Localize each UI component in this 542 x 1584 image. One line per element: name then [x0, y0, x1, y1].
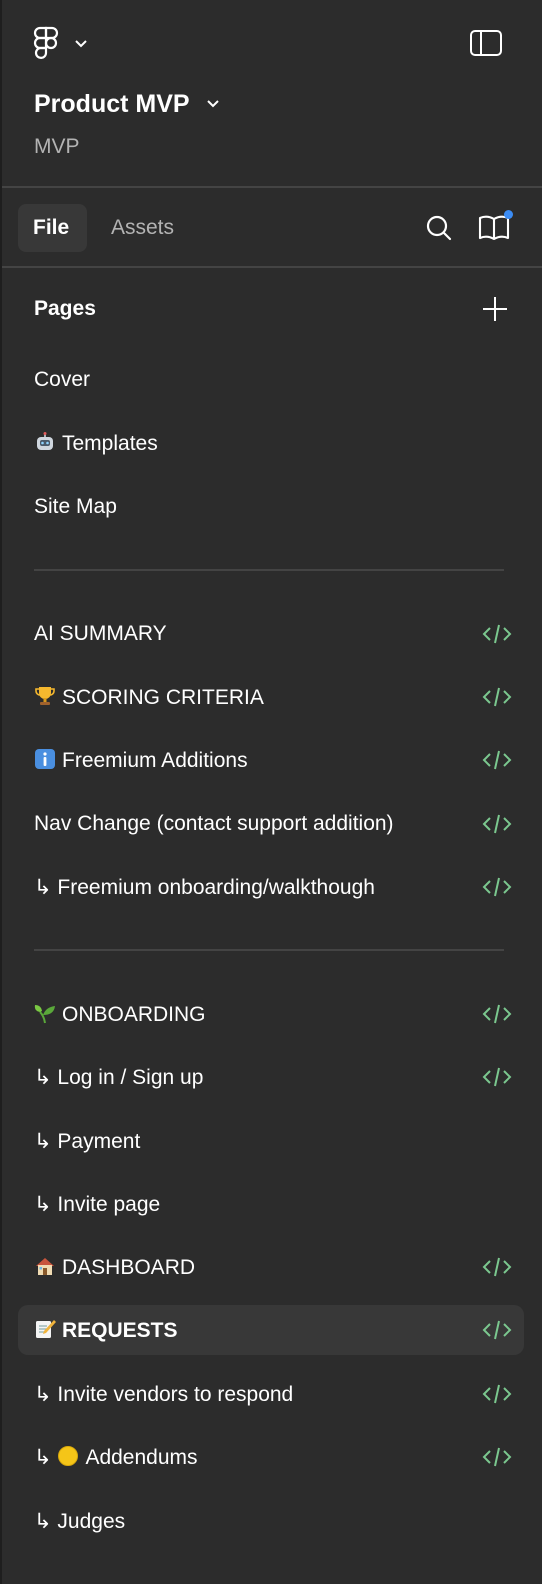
- page-label: Freemium Additions: [62, 749, 248, 772]
- page-item-onboarding[interactable]: ONBOARDING: [2, 990, 542, 1038]
- page-item-ai-summary[interactable]: AI SUMMARY: [2, 610, 542, 658]
- page-label-wrap: ONBOARDING: [34, 1002, 206, 1027]
- dev-mode-icon: [482, 1257, 512, 1277]
- page-label: REQUESTS: [62, 1319, 178, 1342]
- tab-file[interactable]: File: [18, 204, 87, 252]
- page-label: Site Map: [34, 495, 117, 518]
- page-item-payment[interactable]: ↳ Payment: [2, 1117, 542, 1165]
- page-item-judges[interactable]: ↳ Judges: [2, 1497, 542, 1545]
- page-label-wrap: SCORING CRITERIA: [34, 685, 264, 710]
- page-item-invite-page[interactable]: ↳ Invite page: [2, 1180, 542, 1228]
- page-divider: [34, 569, 504, 571]
- page-item-scoring-criteria[interactable]: SCORING CRITERIA: [2, 673, 542, 721]
- search-icon[interactable]: [425, 214, 453, 242]
- page-label: ↳ Judges: [34, 1510, 126, 1533]
- page-item-nav-change[interactable]: Nav Change (contact support addition): [2, 800, 542, 848]
- dev-mode-icon: [482, 1384, 512, 1404]
- page-label: Templates: [62, 432, 158, 455]
- add-page-icon[interactable]: [481, 295, 509, 323]
- tab-assets-label: Assets: [111, 216, 175, 239]
- dev-mode-icon: [482, 877, 512, 897]
- page-label: Nav Change (contact support addition): [34, 812, 394, 835]
- memo-emoji-icon: [36, 1320, 56, 1338]
- dev-mode-icon: [482, 624, 512, 644]
- page-item-addendums[interactable]: ↳ Addendums: [2, 1433, 542, 1481]
- dev-mode-icon: [482, 1447, 512, 1467]
- toggle-sidebar-icon[interactable]: [469, 29, 503, 57]
- project-subtitle: MVP: [34, 135, 80, 158]
- page-label-wrap: ↳ Addendums: [34, 1445, 198, 1470]
- page-label: ↳ Invite page: [34, 1193, 161, 1216]
- page-label: ↳ Freemium onboarding/walkthough: [34, 876, 375, 899]
- tab-assets[interactable]: Assets: [98, 204, 194, 252]
- dev-mode-icon: [482, 1004, 512, 1024]
- project-title: Product MVP: [34, 90, 190, 118]
- page-label: ↳ Invite vendors to respond: [34, 1383, 294, 1406]
- page-item-freemium-additions[interactable]: Freemium Additions: [2, 736, 542, 784]
- dev-mode-icon: [482, 687, 512, 707]
- page-item-freemium-onboarding[interactable]: ↳ Freemium onboarding/walkthough: [2, 863, 542, 911]
- page-label-wrap: DASHBOARD: [34, 1255, 195, 1280]
- page-item-site-map[interactable]: Site Map: [2, 483, 542, 531]
- main-menu-button[interactable]: [32, 26, 94, 62]
- page-item-templates[interactable]: Templates: [2, 419, 542, 467]
- page-label: ONBOARDING: [62, 1003, 206, 1026]
- yellow-circle-emoji-icon: [58, 1446, 79, 1466]
- dev-mode-icon: [482, 1320, 512, 1340]
- layers-panel: Product MVP MVP File Assets Pages Cover: [0, 0, 542, 1584]
- page-label-wrap: Freemium Additions: [34, 748, 248, 773]
- dev-mode-icon: [482, 750, 512, 770]
- page-label: ↳ Log in / Sign up: [34, 1066, 204, 1089]
- page-item-invite-vendors[interactable]: ↳ Invite vendors to respond: [2, 1370, 542, 1418]
- robot-emoji-icon: [37, 432, 53, 450]
- seedling-emoji-icon: [34, 1005, 55, 1024]
- dev-mode-icon: [482, 1067, 512, 1087]
- page-item-cover[interactable]: Cover: [2, 356, 542, 404]
- chevron-down-icon: [207, 100, 219, 108]
- house-emoji-icon: [36, 1258, 54, 1275]
- page-label: AI SUMMARY: [34, 622, 167, 645]
- info-emoji-icon: [35, 749, 55, 769]
- project-title-button[interactable]: Product MVP: [34, 90, 220, 124]
- page-label: SCORING CRITERIA: [62, 686, 264, 709]
- page-label: ↳ Payment: [34, 1130, 141, 1153]
- page-label-prefix: ↳: [34, 1446, 58, 1469]
- page-divider: [34, 949, 504, 951]
- header-divider: [2, 186, 542, 188]
- page-label: Addendums: [85, 1446, 198, 1469]
- pages-section-title: Pages: [34, 297, 96, 320]
- figma-logo-icon: [33, 26, 59, 59]
- notification-dot-icon: [504, 210, 513, 219]
- chevron-down-icon: [75, 40, 87, 48]
- page-item-log-in-sign-up[interactable]: ↳ Log in / Sign up: [2, 1053, 542, 1101]
- tabs-divider: [2, 266, 542, 268]
- page-label-wrap: REQUESTS: [34, 1318, 178, 1343]
- page-label: Cover: [34, 368, 91, 391]
- page-label-wrap: Templates: [34, 431, 158, 456]
- trophy-emoji-icon: [35, 687, 55, 705]
- page-item-requests[interactable]: REQUESTS: [2, 1306, 542, 1354]
- page-item-dashboard[interactable]: DASHBOARD: [2, 1243, 542, 1291]
- dev-mode-icon: [482, 814, 512, 834]
- tab-file-label: File: [33, 216, 70, 239]
- library-button[interactable]: [478, 208, 514, 244]
- page-label: DASHBOARD: [62, 1256, 196, 1279]
